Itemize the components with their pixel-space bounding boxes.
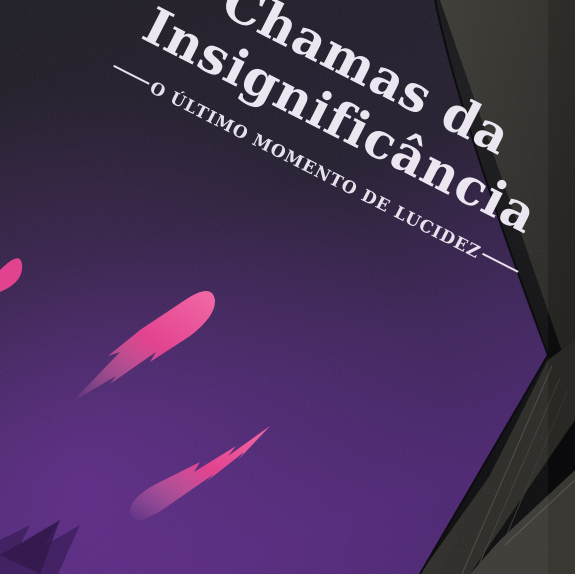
book-photo: Chamas da Insignificância O último momen… <box>0 0 575 574</box>
photo-scene: Chamas da Insignificância O último momen… <box>0 0 575 574</box>
